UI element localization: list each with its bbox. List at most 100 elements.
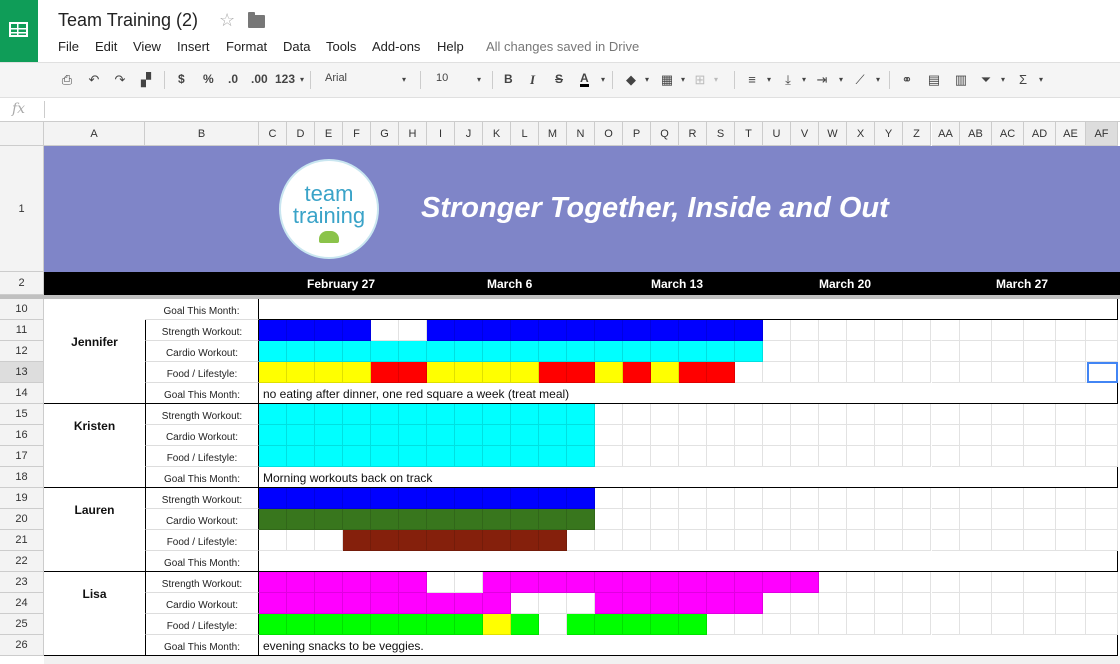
column-header-a[interactable]: A [44, 122, 145, 146]
grid-cell[interactable] [903, 446, 931, 467]
grid-cell[interactable] [763, 593, 791, 614]
progress-cell-green[interactable] [651, 614, 679, 635]
column-header-t[interactable]: T [735, 122, 763, 146]
grid-cell[interactable] [735, 446, 763, 467]
bold-button[interactable]: B [504, 72, 513, 86]
progress-cell-cyan[interactable] [259, 425, 287, 446]
grid-cell[interactable] [1086, 530, 1118, 551]
row-header-25[interactable]: 25 [0, 614, 44, 635]
number-format-button[interactable]: 123 [275, 72, 295, 86]
grid-cell[interactable] [932, 320, 960, 341]
progress-cell-cyan[interactable] [511, 404, 539, 425]
grid-cell[interactable] [1086, 404, 1118, 425]
progress-cell-blue[interactable] [623, 320, 651, 341]
grid-cell[interactable] [1056, 488, 1086, 509]
progress-cell-yellow[interactable] [427, 362, 455, 383]
progress-cell-brown[interactable] [539, 530, 567, 551]
strikethrough-button[interactable]: S [555, 72, 563, 86]
grid-cell[interactable] [1024, 488, 1056, 509]
grid-cell[interactable] [623, 530, 651, 551]
menu-data[interactable]: Data [283, 39, 310, 54]
grid-cell[interactable] [819, 488, 847, 509]
grid-cell[interactable] [932, 446, 960, 467]
progress-cell-magenta[interactable] [511, 572, 539, 593]
progress-cell-blue[interactable] [259, 488, 287, 509]
grid-cell[interactable] [819, 446, 847, 467]
goal-text[interactable]: Morning workouts back on track [263, 471, 432, 485]
progress-cell-green[interactable] [455, 614, 483, 635]
grid-cell[interactable] [539, 614, 567, 635]
progress-cell-brown[interactable] [343, 530, 371, 551]
grid-cell[interactable] [932, 572, 960, 593]
grid-cell[interactable] [992, 404, 1024, 425]
grid-cell[interactable] [1024, 341, 1056, 362]
progress-cell-blue[interactable] [371, 488, 399, 509]
text-rotation-icon[interactable]: ⟋ [853, 73, 867, 87]
progress-cell-magenta[interactable] [427, 593, 455, 614]
progress-cell-magenta[interactable] [651, 572, 679, 593]
grid-cell[interactable] [679, 404, 707, 425]
progress-cell-cyan[interactable] [287, 446, 315, 467]
progress-cell-yellow[interactable] [287, 362, 315, 383]
progress-cell-green_dark[interactable] [511, 509, 539, 530]
functions-icon[interactable]: Σ [1016, 73, 1030, 87]
grid-cell[interactable] [992, 530, 1024, 551]
progress-cell-green_dark[interactable] [343, 509, 371, 530]
column-header-af[interactable]: AF [1086, 122, 1118, 146]
grid-cell[interactable] [875, 614, 903, 635]
chevron-down-icon[interactable]: ▾ [1034, 73, 1048, 87]
progress-cell-magenta[interactable] [315, 572, 343, 593]
grid-cell[interactable] [735, 425, 763, 446]
grid-cell[interactable] [707, 530, 735, 551]
grid-cell[interactable] [819, 614, 847, 635]
grid-cell[interactable] [707, 614, 735, 635]
row-header-13[interactable]: 13 [0, 362, 44, 383]
progress-cell-magenta[interactable] [735, 572, 763, 593]
progress-cell-blue[interactable] [427, 320, 455, 341]
progress-cell-blue[interactable] [259, 320, 287, 341]
progress-cell-green[interactable] [371, 614, 399, 635]
progress-cell-magenta[interactable] [707, 593, 735, 614]
progress-cell-cyan[interactable] [679, 341, 707, 362]
grid-cell[interactable] [875, 404, 903, 425]
filter-icon[interactable]: ⏷ [979, 73, 993, 87]
grid-cell[interactable] [791, 446, 819, 467]
row-header-26[interactable]: 26 [0, 635, 44, 656]
column-header-ae[interactable]: AE [1056, 122, 1086, 146]
grid-cell[interactable] [903, 404, 931, 425]
grid-cell[interactable] [819, 425, 847, 446]
grid-cell[interactable] [1056, 404, 1086, 425]
grid-cell[interactable] [992, 425, 1024, 446]
progress-cell-green_dark[interactable] [315, 509, 343, 530]
grid-cell[interactable] [960, 572, 992, 593]
progress-cell-magenta[interactable] [399, 593, 427, 614]
progress-cell-magenta[interactable] [259, 593, 287, 614]
progress-cell-cyan[interactable] [371, 404, 399, 425]
progress-cell-cyan[interactable] [259, 341, 287, 362]
progress-cell-red[interactable] [371, 362, 399, 383]
progress-cell-cyan[interactable] [539, 425, 567, 446]
grid-cell[interactable] [819, 509, 847, 530]
progress-cell-cyan[interactable] [511, 341, 539, 362]
progress-cell-green[interactable] [399, 614, 427, 635]
grid-cell[interactable] [847, 530, 875, 551]
grid-cell[interactable] [903, 341, 931, 362]
redo-icon[interactable]: ↷ [113, 73, 127, 87]
grid-cell[interactable] [371, 320, 399, 341]
grid-cell[interactable] [763, 530, 791, 551]
chevron-down-icon[interactable]: ▾ [871, 73, 885, 87]
grid-cell[interactable] [819, 530, 847, 551]
grid-cell[interactable] [932, 425, 960, 446]
progress-cell-green_dark[interactable] [427, 509, 455, 530]
progress-cell-magenta[interactable] [287, 593, 315, 614]
progress-cell-cyan[interactable] [707, 341, 735, 362]
progress-cell-cyan[interactable] [399, 404, 427, 425]
grid-cell[interactable] [847, 488, 875, 509]
progress-cell-cyan[interactable] [315, 446, 343, 467]
grid-cell[interactable] [1056, 530, 1086, 551]
grid-cell[interactable] [960, 509, 992, 530]
grid-cell[interactable] [791, 320, 819, 341]
progress-cell-cyan[interactable] [539, 446, 567, 467]
progress-cell-red[interactable] [567, 362, 595, 383]
star-icon[interactable]: ☆ [219, 10, 235, 31]
